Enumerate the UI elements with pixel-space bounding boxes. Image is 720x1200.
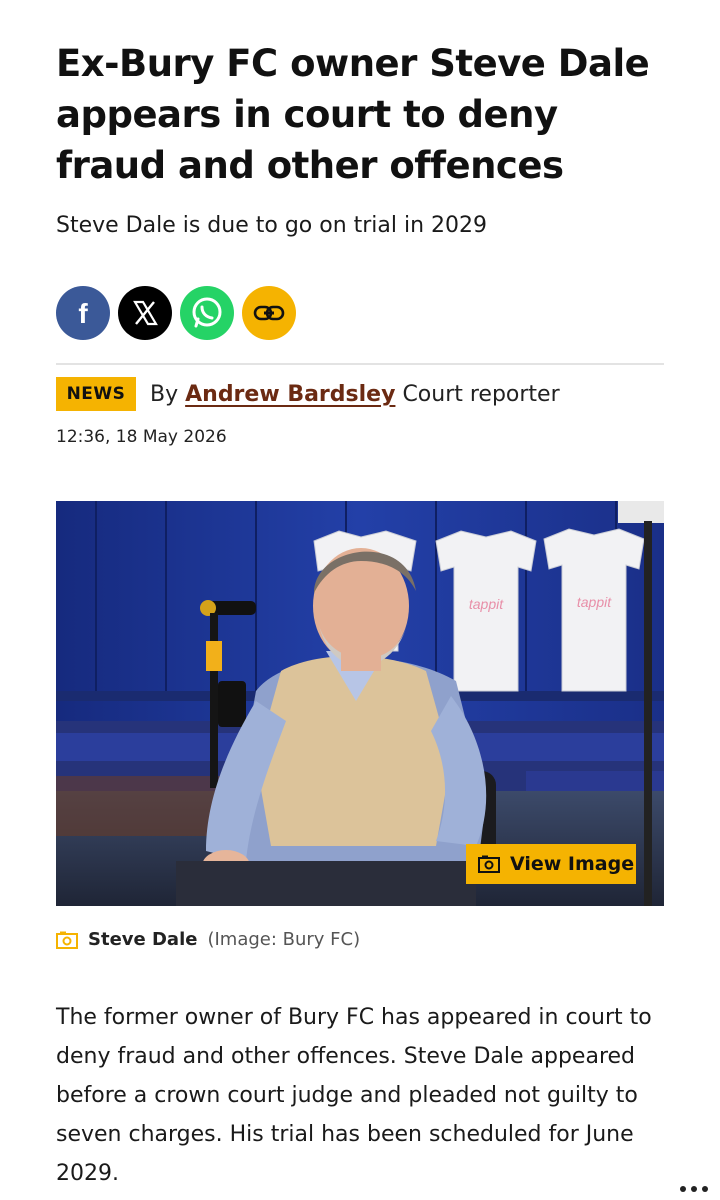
shirt-sponsor-text: tappit: [469, 596, 504, 612]
whatsapp-icon: [192, 297, 222, 328]
shirt-sponsor-text-2: tappit: [577, 594, 612, 610]
author-role: Court reporter: [402, 382, 560, 407]
caption-credit: (Image: Bury FC): [207, 929, 361, 950]
headline: Ex-Bury FC owner Steve Dale appears in c…: [56, 42, 650, 187]
copy-link-button[interactable]: [242, 286, 296, 340]
svg-text:f: f: [78, 298, 88, 329]
camera-icon: [56, 931, 78, 949]
article-photo[interactable]: tappit tappit View Image: [56, 501, 664, 906]
more-options-icon[interactable]: [680, 1186, 708, 1192]
divider: [56, 363, 664, 365]
publish-date: 12:36, 18 May 2026: [56, 427, 227, 447]
x-share-button[interactable]: [118, 286, 172, 340]
whatsapp-share-button[interactable]: [180, 286, 234, 340]
photo-caption: Steve Dale (Image: Bury FC): [56, 929, 360, 950]
author-link[interactable]: Andrew Bardsley: [185, 382, 395, 407]
news-tag[interactable]: NEWS: [56, 377, 136, 411]
facebook-share-button[interactable]: f: [56, 286, 110, 340]
standfirst: Steve Dale is due to go on trial in 2029: [56, 213, 488, 238]
article-body: The former owner of Bury FC has appeared…: [56, 1005, 652, 1186]
camera-icon: [478, 855, 500, 873]
caption-name: Steve Dale: [88, 929, 198, 950]
byline: NEWS By Andrew Bardsley Court reporter: [56, 377, 666, 417]
link-icon: [253, 305, 285, 321]
view-image-button[interactable]: View Image: [466, 844, 636, 884]
x-icon: [133, 300, 158, 326]
byline-text: By Andrew Bardsley Court reporter: [150, 380, 560, 410]
view-image-label: View Image: [510, 853, 635, 875]
by-prefix: By: [150, 382, 179, 407]
facebook-icon: f: [78, 298, 88, 329]
